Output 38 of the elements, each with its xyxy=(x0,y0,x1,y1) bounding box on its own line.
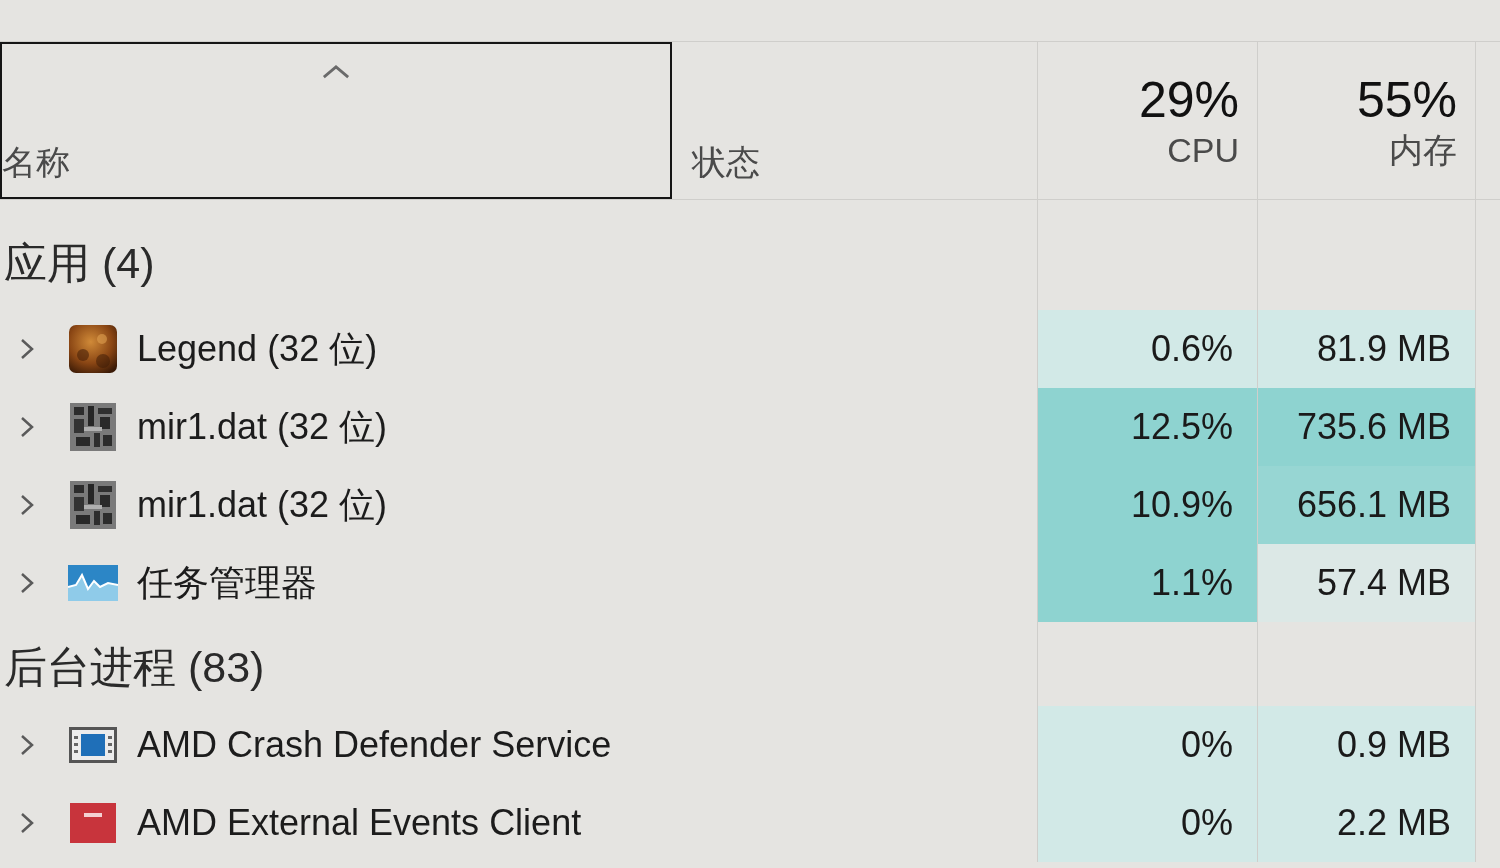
cpu-cell: 1.1% xyxy=(1037,544,1257,622)
process-name: Legend (32 位) xyxy=(137,331,378,367)
cpu-cell: 0.6% xyxy=(1037,310,1257,388)
pixel-tile-icon xyxy=(70,403,116,451)
expand-chevron-icon[interactable] xyxy=(20,338,34,360)
column-header[interactable]: 29% CPU xyxy=(1038,42,1257,199)
process-name: mir1.dat (32 位) xyxy=(137,409,388,445)
cpu-cell: 10.9% xyxy=(1037,466,1257,544)
expand-chevron-icon[interactable] xyxy=(20,812,34,834)
memory-cell: 81.9 MB xyxy=(1257,310,1475,388)
cpu-cell: 0% xyxy=(1037,784,1257,862)
column-header[interactable]: 状态 xyxy=(672,42,1037,199)
memory-cell: 57.4 MB xyxy=(1257,544,1475,622)
textured-tile-icon xyxy=(69,325,117,373)
expand-chevron-icon[interactable] xyxy=(20,494,34,516)
process-name: AMD External Events Client xyxy=(137,805,582,841)
wave-chart-icon xyxy=(68,565,118,601)
expand-chevron-icon[interactable] xyxy=(20,734,34,756)
window-icon xyxy=(69,727,117,763)
group-heading: 应用 (4) xyxy=(4,241,155,285)
memory-cell: 735.6 MB xyxy=(1257,388,1475,466)
column-header[interactable]: 名称 xyxy=(0,42,672,199)
tile-icon xyxy=(70,803,116,843)
cpu-cell: 0% xyxy=(1037,706,1257,784)
expand-chevron-icon[interactable] xyxy=(20,572,34,594)
cpu-cell: 12.5% xyxy=(1037,388,1257,466)
process-name: AMD Crash Defender Service xyxy=(137,727,612,763)
process-name: mir1.dat (32 位) xyxy=(137,487,388,523)
usage-total: 55% xyxy=(1356,74,1457,125)
process-name: 任务管理器 xyxy=(137,565,317,601)
group-heading: 后台进程 (83) xyxy=(4,645,265,689)
usage-total: 29% xyxy=(1138,74,1239,125)
memory-cell: 0.9 MB xyxy=(1257,706,1475,784)
memory-cell: 2.2 MB xyxy=(1257,784,1475,862)
pixel-tile-icon xyxy=(70,481,116,529)
memory-cell: 656.1 MB xyxy=(1257,466,1475,544)
column-header[interactable]: 55% 内存 xyxy=(1258,42,1475,199)
expand-chevron-icon[interactable] xyxy=(20,416,34,438)
